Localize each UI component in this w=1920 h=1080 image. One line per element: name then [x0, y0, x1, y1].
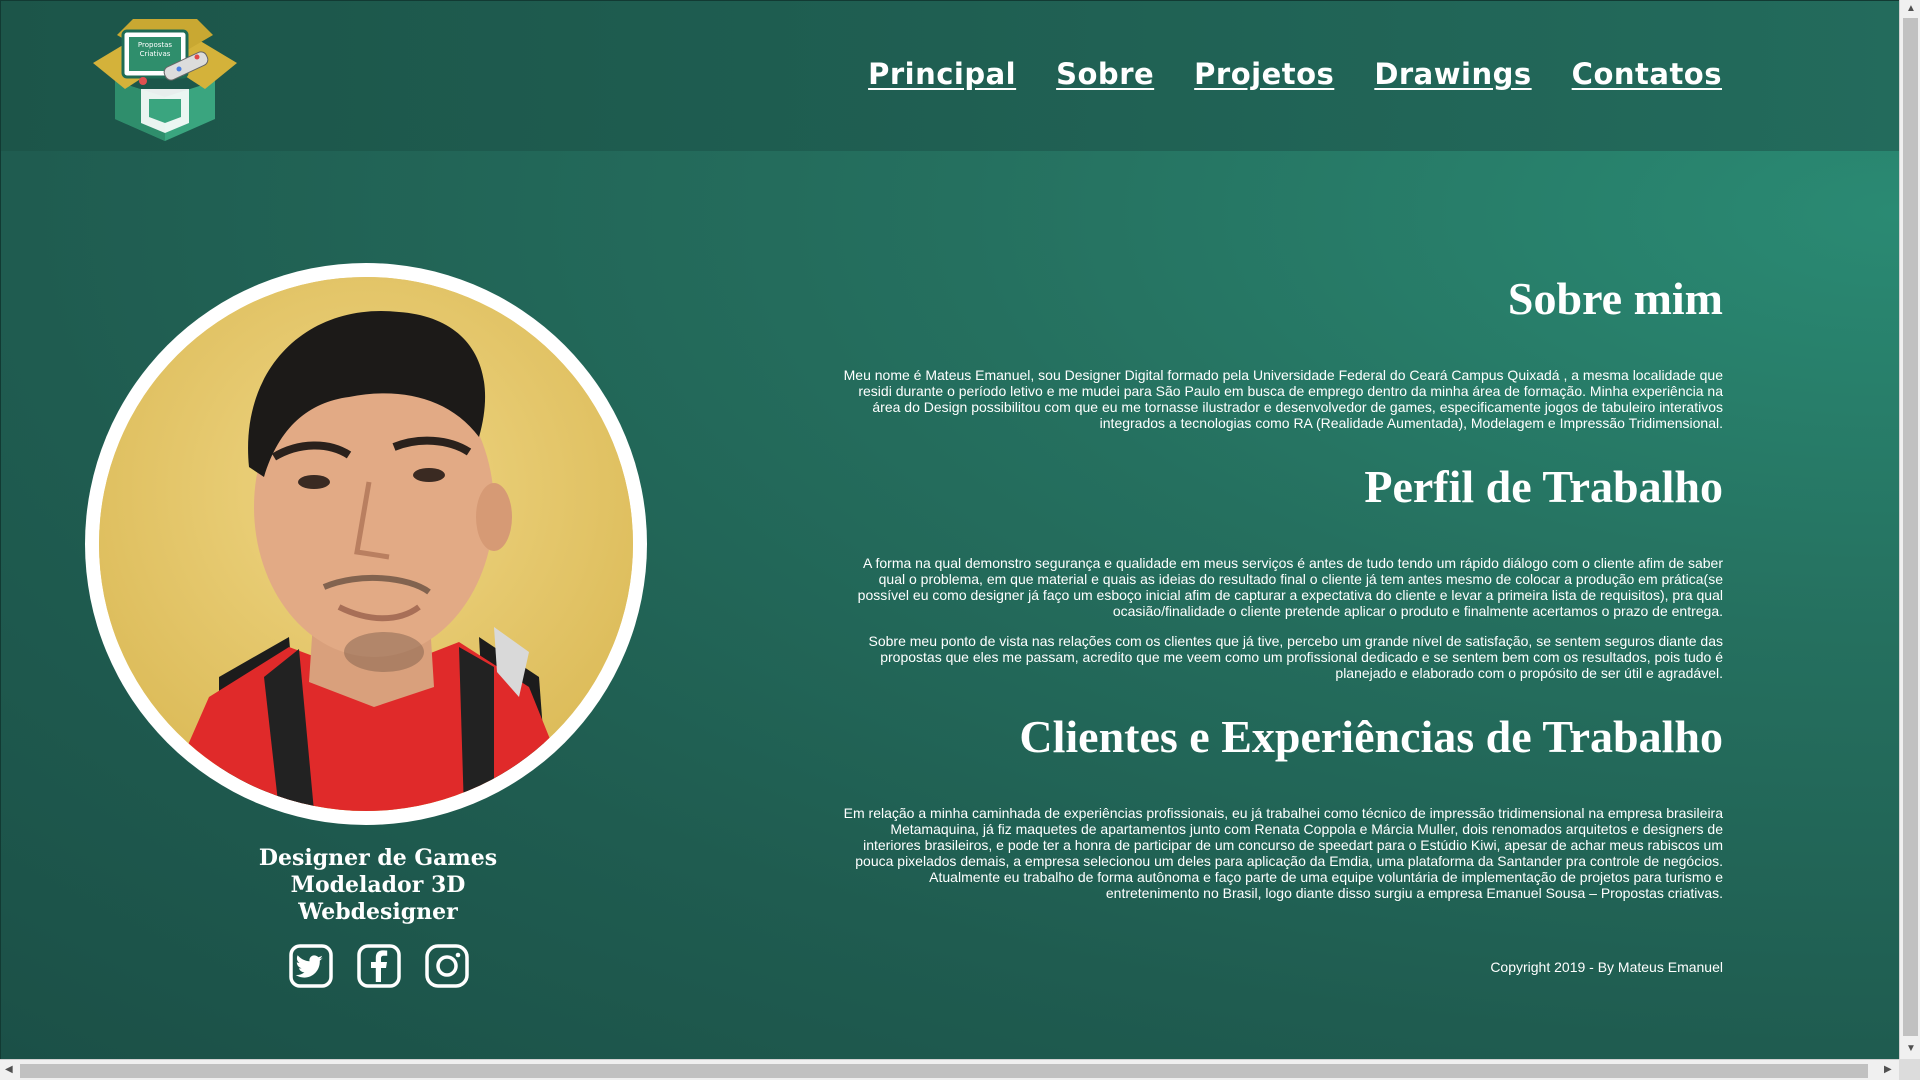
vertical-scrollbar[interactable]: ▲ ▼ [1899, 0, 1920, 1059]
section-paragraph: A forma na qual demonstro segurança e qu… [857, 555, 1723, 619]
horizontal-scrollbar[interactable]: ◀ ▶ [0, 1059, 1899, 1080]
role-line: Webdesigner [298, 899, 458, 925]
section-title-sobre: Sobre mim [1507, 273, 1723, 324]
nav-sobre[interactable]: Sobre [1056, 57, 1154, 91]
scroll-up-icon[interactable]: ▲ [1906, 4, 1916, 14]
scroll-left-icon[interactable]: ◀ [5, 1065, 13, 1075]
facebook-icon[interactable] [357, 944, 401, 988]
role-line: Designer de Games [258, 845, 498, 871]
nav-drawings[interactable]: Drawings [1374, 57, 1531, 91]
profile-roles: Designer de Games Modelador 3D Webdesign… [228, 845, 528, 926]
scrollbar-corner [1899, 1059, 1920, 1080]
section-paragraph: Sobre meu ponto de vista nas relações co… [868, 633, 1724, 681]
section-paragraph: Em relação a minha caminhada de experiên… [843, 805, 1723, 901]
section-title-perfil: Perfil de Trabalho [1364, 461, 1723, 512]
profile-photo-frame [85, 263, 647, 825]
twitter-icon[interactable] [289, 944, 333, 988]
page-background: Propostas Criativas Principal Sobre Proj… [0, 0, 1899, 1060]
scroll-down-icon[interactable]: ▼ [1906, 1044, 1916, 1054]
nav-principal[interactable]: Principal [868, 57, 1016, 91]
social-links [289, 944, 469, 988]
instagram-icon[interactable] [425, 944, 469, 988]
svg-text:Criativas: Criativas [140, 50, 171, 58]
header-bar: Propostas Criativas Principal Sobre Proj… [1, 1, 1899, 151]
copyright-text: Copyright 2019 - By Mateus Emanuel [1490, 959, 1723, 975]
role-line: Modelador 3D [290, 872, 466, 898]
nav-contatos[interactable]: Contatos [1572, 57, 1722, 91]
section-title-clientes: Clientes e Experiências de Trabalho [1019, 711, 1723, 762]
nav-projetos[interactable]: Projetos [1194, 57, 1334, 91]
logo[interactable]: Propostas Criativas [93, 19, 237, 143]
about-content: Sobre mim Meu nome é Mateus Emanuel, sou… [837, 271, 1723, 901]
horizontal-scroll-thumb[interactable] [20, 1064, 1868, 1078]
svg-text:Propostas: Propostas [138, 41, 173, 49]
section-paragraph: Meu nome é Mateus Emanuel, sou Designer … [843, 367, 1723, 431]
profile-photo [99, 277, 633, 811]
main-nav: Principal Sobre Projetos Drawings Contat… [868, 57, 1722, 91]
scroll-right-icon[interactable]: ▶ [1884, 1065, 1892, 1075]
vertical-scroll-thumb[interactable] [1903, 18, 1918, 1036]
